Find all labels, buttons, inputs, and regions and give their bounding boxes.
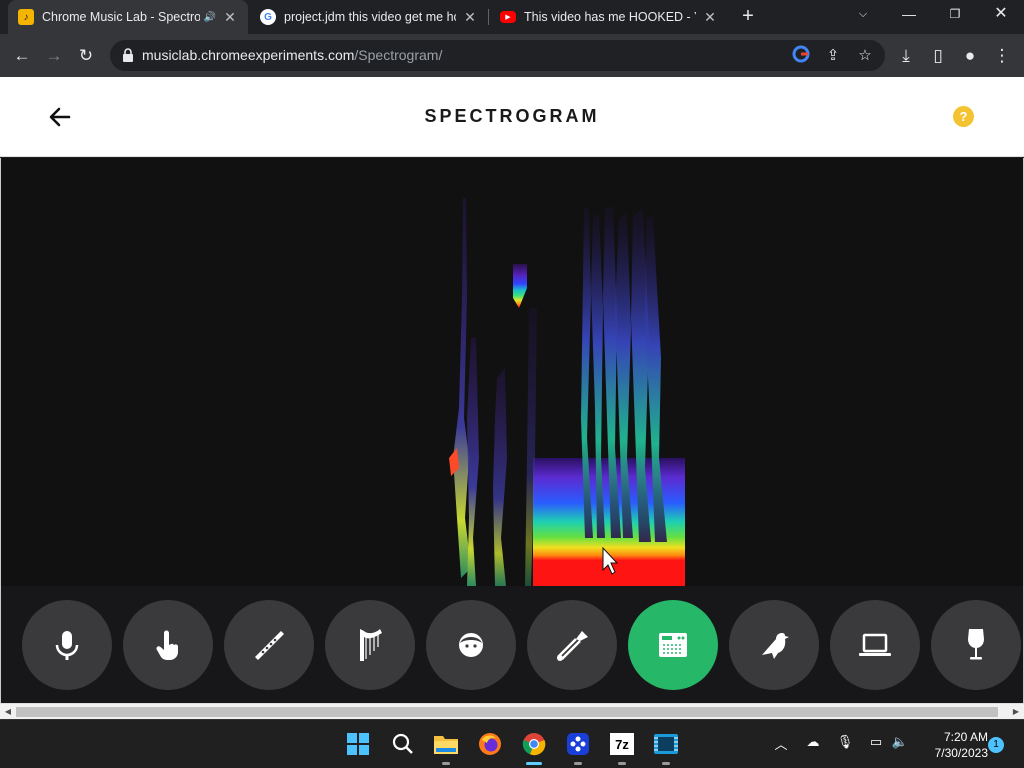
app-indicator xyxy=(662,762,670,765)
windows-start-icon[interactable] xyxy=(344,730,372,758)
app-indicator xyxy=(442,762,450,765)
firefox-icon[interactable] xyxy=(476,730,504,758)
forward-icon[interactable]: → xyxy=(42,44,66,68)
lock-icon[interactable] xyxy=(122,48,134,62)
audio-playing-icon[interactable]: 🔊 xyxy=(204,12,216,23)
app-indicator xyxy=(618,762,626,765)
browser-toolbar: ← → ↻ musiclab.chromeexperiments.com/Spe… xyxy=(0,34,1024,77)
scroll-left-arrow[interactable]: ◀ xyxy=(2,706,14,718)
youtube-icon: ▶ xyxy=(500,11,516,23)
bird-icon xyxy=(762,633,789,659)
app-indicator xyxy=(574,762,582,765)
tab-search-icon[interactable]: ⌵ xyxy=(840,0,886,30)
minimize-button[interactable]: — xyxy=(886,0,932,30)
tab-google-search[interactable]: G project.jdm this video get me ho ✕ xyxy=(250,0,488,34)
instrument-flute[interactable] xyxy=(224,600,314,690)
instrument-microphone[interactable] xyxy=(22,600,112,690)
microphone-tray-icon[interactable]: 🎙 xyxy=(835,734,855,750)
harp-icon xyxy=(360,629,382,661)
chrome-icon[interactable] xyxy=(520,730,548,765)
reload-icon[interactable]: ↻ xyxy=(74,44,98,68)
tab-music-lab[interactable]: ♪ Chrome Music Lab - Spectro 🔊 ✕ xyxy=(8,0,248,34)
blue-app-icon[interactable] xyxy=(564,730,592,765)
show-hidden-icons-chevron[interactable]: ︿ xyxy=(771,734,791,753)
restore-button[interactable]: ❐ xyxy=(932,0,978,30)
trombone-icon xyxy=(557,631,588,661)
spectrum-streak xyxy=(467,338,479,586)
spectrum-streak xyxy=(493,368,507,586)
google-icon: G xyxy=(260,9,276,25)
notification-badge[interactable]: 1 xyxy=(988,737,1004,753)
tab-title: Chrome Music Lab - Spectro xyxy=(42,10,200,24)
7zip-icon[interactable]: 7z xyxy=(608,730,636,765)
synthesizer-icon xyxy=(659,633,687,657)
app-indicator-active xyxy=(526,762,542,765)
menu-icon[interactable]: ⋮ xyxy=(990,44,1014,68)
spectrogram-canvas[interactable] xyxy=(0,158,1024,704)
instrument-dock xyxy=(1,586,1023,704)
instrument-trombone[interactable] xyxy=(527,600,617,690)
tab-separator xyxy=(488,9,489,25)
browser-tab-strip: ♪ Chrome Music Lab - Spectro 🔊 ✕ G proje… xyxy=(0,0,1024,34)
voice-face-icon xyxy=(459,633,483,657)
spectrum-note-top xyxy=(513,264,527,308)
url-domain: musiclab.chromeexperiments.com xyxy=(142,47,355,63)
close-window-button[interactable]: ✕ xyxy=(978,0,1024,30)
network-icon[interactable]: ▭ xyxy=(866,734,886,750)
close-tab-icon[interactable]: ✕ xyxy=(702,9,718,26)
instrument-wine-glass[interactable] xyxy=(931,600,1021,690)
instrument-voice[interactable] xyxy=(426,600,516,690)
instrument-harp[interactable] xyxy=(325,600,415,690)
instrument-bird[interactable] xyxy=(729,600,819,690)
bookmark-star-icon[interactable]: ☆ xyxy=(854,45,876,67)
page-title: SPECTROGRAM xyxy=(424,106,600,126)
flute-icon xyxy=(255,631,284,660)
tab-youtube[interactable]: ▶ This video has me HOOKED - You ✕ xyxy=(490,0,728,34)
close-tab-icon[interactable]: ✕ xyxy=(222,9,238,26)
scrollbar-thumb[interactable] xyxy=(16,707,998,717)
close-tab-icon[interactable]: ✕ xyxy=(462,9,478,26)
help-button[interactable]: ? xyxy=(953,106,974,127)
url-text: musiclab.chromeexperiments.com/Spectrogr… xyxy=(142,47,442,63)
new-tab-button[interactable]: + xyxy=(738,6,758,26)
clock-time: 7:20 AM xyxy=(943,730,988,744)
app-header: SPECTROGRAM ? xyxy=(0,77,1024,157)
tab-title: This video has me HOOKED - You xyxy=(524,10,696,24)
download-icon[interactable]: ⤓ xyxy=(894,44,918,68)
google-lens-icon[interactable] xyxy=(790,45,812,67)
side-panel-icon[interactable]: ▯ xyxy=(926,44,950,68)
back-icon[interactable]: ← xyxy=(10,44,34,68)
wine-glass-icon xyxy=(968,629,984,660)
laptop-icon xyxy=(859,633,891,656)
profile-icon[interactable]: ● xyxy=(958,44,982,68)
onedrive-offline-icon[interactable]: ☁ xyxy=(803,734,823,750)
search-icon[interactable] xyxy=(389,730,417,758)
volume-icon[interactable]: 🔈 xyxy=(890,734,910,750)
share-icon[interactable]: ⇪ xyxy=(822,45,844,67)
hand-icon xyxy=(156,630,178,660)
scroll-right-arrow[interactable]: ▶ xyxy=(1010,706,1022,718)
system-clock[interactable]: 7:20 AM 7/30/2023 xyxy=(918,729,988,761)
windows-taskbar: 7z ︿ ☁ 🎙 ▭ 🔈 7:20 AM 7/30/2023 1 xyxy=(0,719,1024,768)
video-editor-icon[interactable] xyxy=(652,730,680,765)
instrument-synth[interactable] xyxy=(628,600,718,690)
svg-text:7z: 7z xyxy=(615,737,629,752)
spectrum-left-streak xyxy=(453,198,471,578)
music-lab-icon: ♪ xyxy=(18,9,34,25)
instrument-laptop[interactable] xyxy=(830,600,920,690)
url-path: /Spectrogram/ xyxy=(354,47,443,63)
horizontal-scrollbar[interactable]: ◀ ▶ xyxy=(0,703,1024,719)
clock-date: 7/30/2023 xyxy=(934,746,988,760)
file-explorer-icon[interactable] xyxy=(432,730,460,765)
instrument-hand[interactable] xyxy=(123,600,213,690)
microphone-icon xyxy=(55,631,79,660)
tab-title: project.jdm this video get me ho xyxy=(284,10,456,24)
address-bar[interactable]: musiclab.chromeexperiments.com/Spectrogr… xyxy=(110,40,885,71)
spectrogram-visualization xyxy=(449,198,685,586)
